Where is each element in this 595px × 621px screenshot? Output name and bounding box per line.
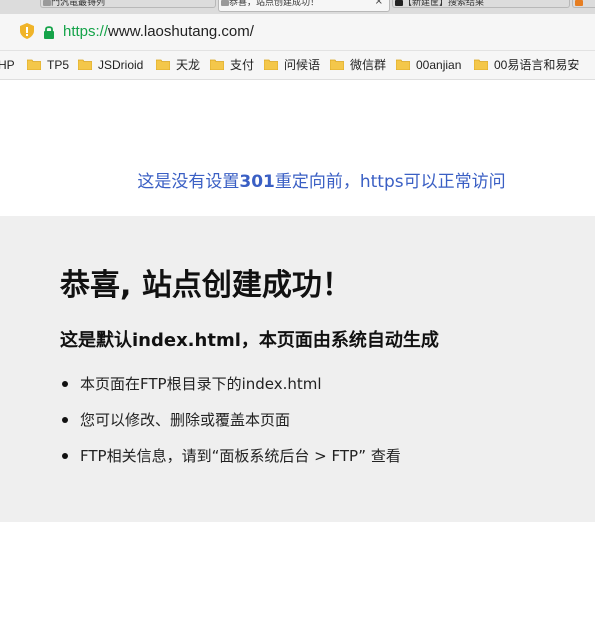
notice-text: 可以正常访问 (403, 172, 506, 192)
lock-icon[interactable] (43, 25, 55, 39)
bookmark-item[interactable]: HP (0, 57, 15, 73)
folder-icon (474, 59, 488, 70)
notice-text: 这是没有设置 (137, 172, 240, 192)
bookmark-item[interactable]: 00易语言和易安 (474, 57, 579, 73)
notice-text: 重定向前， (274, 172, 360, 192)
bookmark-item[interactable]: 00anjian (396, 57, 461, 73)
bookmark-label: JSDrioid (98, 58, 144, 72)
url-host: www.laoshutang.com/ (108, 23, 254, 40)
bookmark-label: TP5 (47, 58, 70, 72)
url-scheme: https:// (63, 23, 109, 40)
folder-icon (78, 59, 92, 70)
tab-strip: 門汎竜最锝列 恭喜，站点创建成功！ × 【新建筐】搜索结果 (0, 0, 595, 14)
folder-icon (27, 59, 41, 70)
tab-label: 【新建筐】搜索结果 (403, 0, 485, 8)
url-field[interactable]: https://www.laoshutang.com/ (63, 22, 254, 42)
tab-3[interactable]: 【新建筐】搜索结果 (392, 0, 570, 8)
page-icon (395, 0, 403, 6)
folder-icon (156, 59, 170, 70)
bookmark-label: 天龙 (176, 58, 201, 72)
page-icon (575, 0, 583, 6)
tab-1[interactable]: 門汎竜最锝列 (40, 0, 216, 8)
bookmark-item[interactable]: TP5 (27, 57, 69, 73)
tab-label: 門汎竜最锝列 (51, 0, 106, 8)
bookmark-label: 支付 (230, 58, 255, 72)
bookmark-item[interactable]: 问候语 (264, 57, 320, 73)
bookmark-label: 00易语言和易安 (494, 58, 580, 72)
bookmark-item[interactable]: JSDrioid (78, 57, 143, 73)
bookmark-label: 问候语 (284, 58, 321, 72)
page-icon (43, 0, 51, 6)
folder-icon (396, 59, 410, 70)
tab-4[interactable] (572, 0, 595, 8)
notice-scheme: https (359, 172, 404, 192)
page-icon (221, 0, 229, 6)
notice-code: 301 (239, 172, 275, 192)
bookmark-item[interactable]: 天龙 (156, 57, 200, 73)
bookmark-label: 00anjian (416, 58, 462, 72)
list-item: 您可以修改、删除或覆盖本页面 (60, 410, 401, 430)
page-subtitle: 这是默认index.html，本页面由系统自动生成 (60, 330, 439, 351)
tab-label: 恭喜，站点创建成功！ (229, 0, 320, 8)
bookmarks-bar: HP TP5 JSDrioid 天龙 支付 问候语 微信群 00anjian 0… (0, 51, 595, 80)
folder-icon (210, 59, 224, 70)
list-item: 本页面在FTP根目录下的index.html (60, 374, 401, 394)
page-title: 恭喜, 站点创建成功！ (60, 268, 352, 303)
close-icon[interactable]: × (375, 0, 383, 7)
bookmark-item[interactable]: 微信群 (330, 57, 386, 73)
redirect-notice: 这是没有设置301重定向前，https可以正常访问 (0, 170, 595, 194)
bookmark-label: HP (0, 58, 15, 72)
shield-icon[interactable] (20, 23, 34, 39)
folder-icon (264, 59, 278, 70)
bookmark-label: 微信群 (350, 58, 387, 72)
address-bar[interactable]: https://www.laoshutang.com/ (0, 14, 595, 51)
tab-active[interactable]: 恭喜，站点创建成功！ × (218, 0, 390, 12)
folder-icon (330, 59, 344, 70)
list-item: FTP相关信息，请到“面板系统后台 > FTP” 查看 (60, 446, 401, 466)
bookmark-item[interactable]: 支付 (210, 57, 254, 73)
default-page-panel: 恭喜, 站点创建成功！ 这是默认index.html，本页面由系统自动生成 本页… (0, 216, 595, 522)
info-list: 本页面在FTP根目录下的index.html 您可以修改、删除或覆盖本页面 FT… (60, 374, 401, 482)
